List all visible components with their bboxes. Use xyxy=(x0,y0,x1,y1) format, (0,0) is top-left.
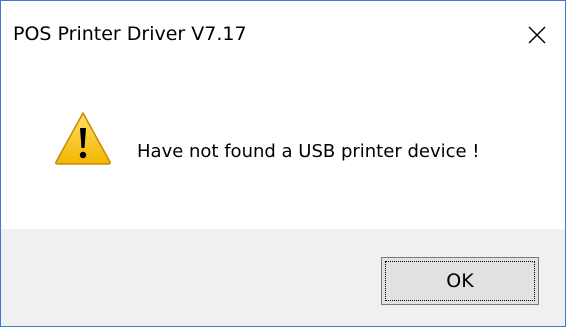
dialog-content: Have not found a USB printer device ! xyxy=(1,63,565,229)
window-title: POS Printer Driver V7.17 xyxy=(13,23,247,45)
message-dialog: POS Printer Driver V7.17 Have not found … xyxy=(0,0,566,327)
title-bar[interactable]: POS Printer Driver V7.17 xyxy=(1,1,565,63)
close-button[interactable] xyxy=(509,15,565,55)
error-message: Have not found a USB printer device ! xyxy=(137,141,480,162)
warning-icon xyxy=(55,112,111,165)
button-bar: OK xyxy=(1,229,565,326)
close-icon xyxy=(528,26,546,44)
ok-button[interactable]: OK xyxy=(381,257,539,305)
